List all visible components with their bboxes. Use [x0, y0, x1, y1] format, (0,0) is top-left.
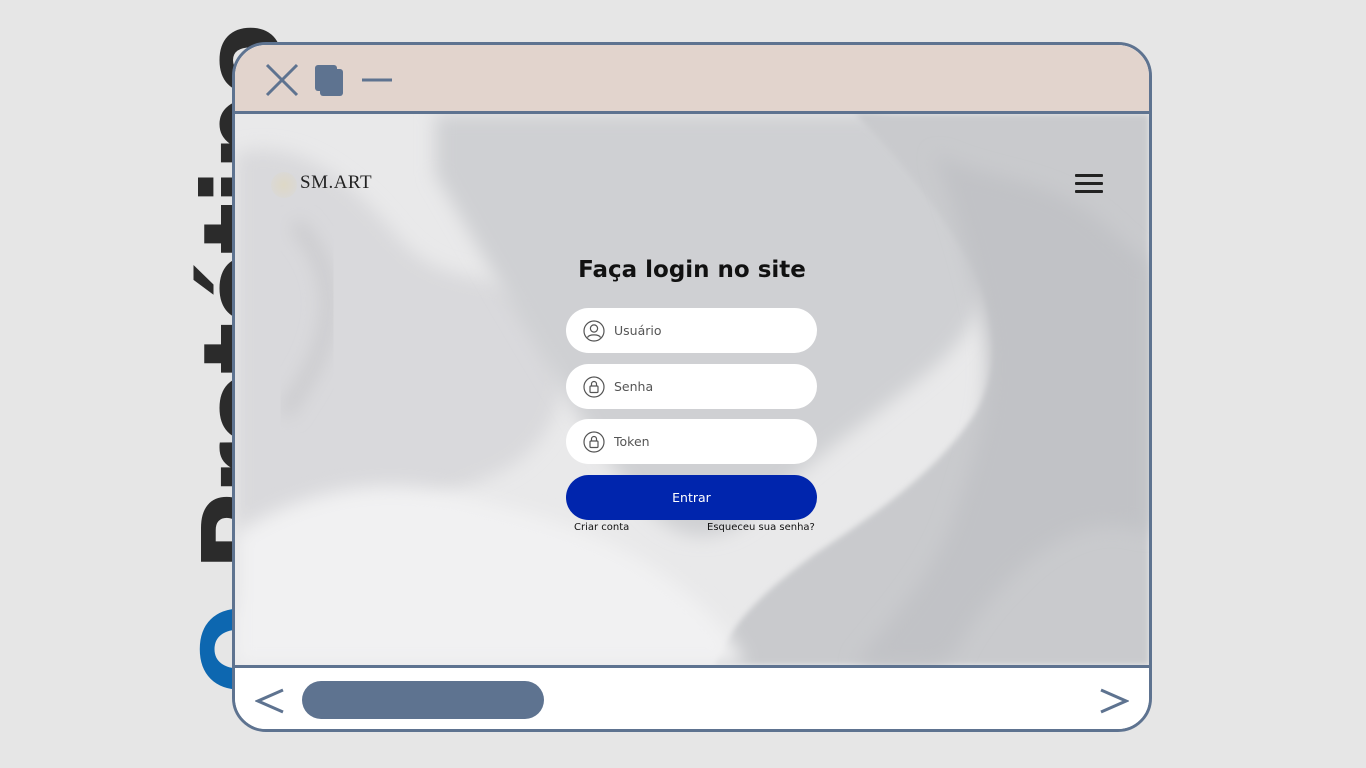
menu-icon-bar	[1075, 190, 1103, 193]
logo-mark	[271, 172, 297, 198]
chevron-right-icon[interactable]	[1099, 686, 1129, 716]
menu-icon[interactable]	[1075, 174, 1103, 194]
close-icon[interactable]	[265, 63, 299, 97]
page-content: SM.ART Faça login no site Usuário Token …	[235, 114, 1149, 665]
lock-icon	[583, 375, 605, 398]
window-titlebar	[235, 45, 1149, 114]
scrollbar-thumb[interactable]	[302, 681, 544, 719]
menu-icon-bar	[1075, 182, 1103, 185]
username-input[interactable]	[614, 323, 794, 338]
restore-icon[interactable]	[313, 63, 345, 97]
menu-icon-bar	[1075, 174, 1103, 177]
submit-button[interactable]: Entrar	[566, 475, 817, 520]
token-input[interactable]	[614, 434, 794, 449]
user-icon	[583, 319, 605, 342]
lock-icon	[583, 430, 605, 453]
password-input[interactable]	[614, 379, 794, 394]
window-bottombar	[235, 665, 1149, 729]
brand-logo[interactable]: SM.ART	[300, 172, 372, 194]
login-title: Faça login no site	[578, 257, 806, 283]
token-field[interactable]	[566, 419, 817, 464]
browser-window: SM.ART Faça login no site Usuário Token …	[232, 42, 1152, 732]
minimize-icon[interactable]	[361, 63, 393, 97]
password-field[interactable]	[566, 364, 817, 409]
forgot-password-link[interactable]: Esqueceu sua senha?	[707, 522, 815, 533]
username-field[interactable]	[566, 308, 817, 353]
chevron-left-icon[interactable]	[255, 686, 285, 716]
create-account-link[interactable]: Criar conta	[574, 522, 629, 533]
